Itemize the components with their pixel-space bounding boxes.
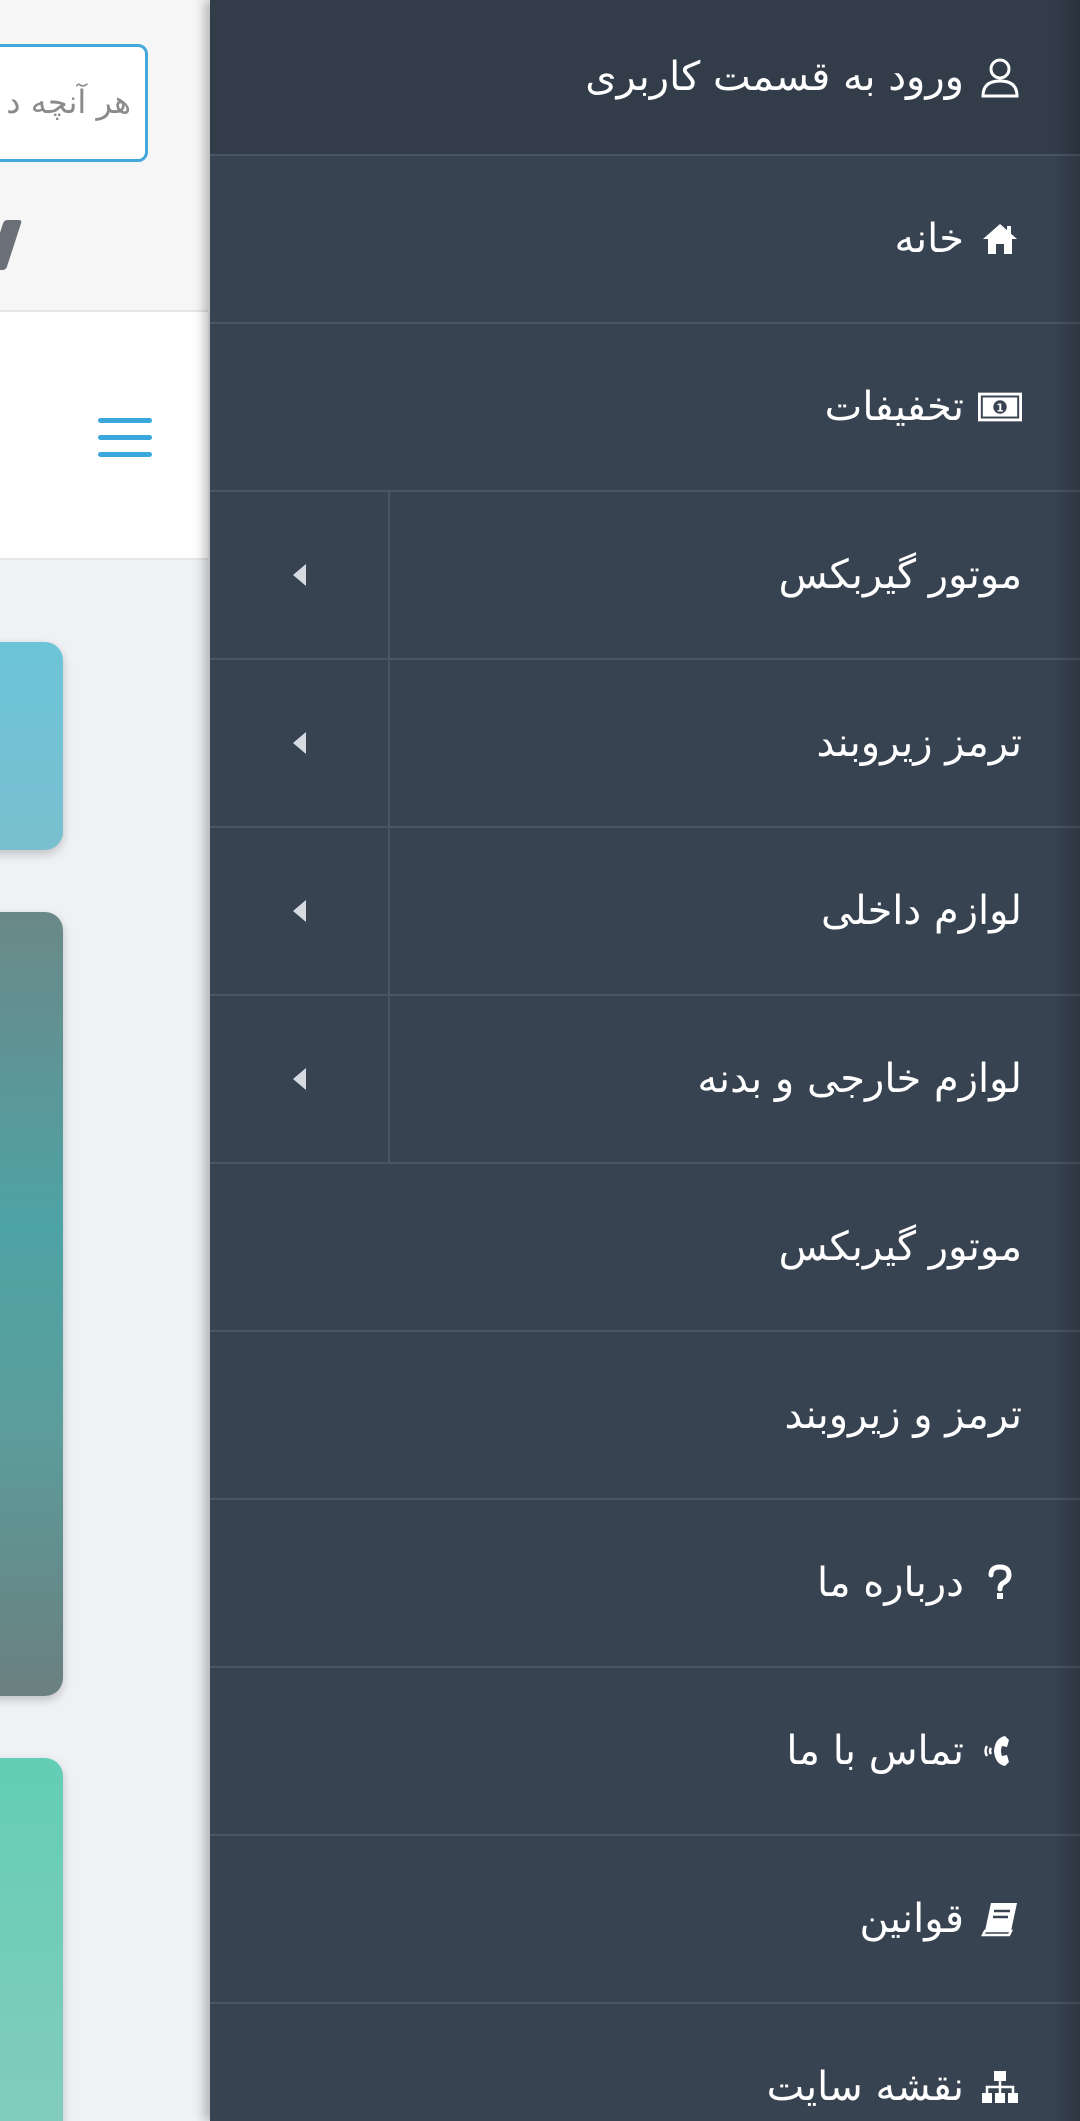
menu-item-3[interactable]: موتور گیربکس (210, 492, 1080, 660)
menu-item-label: موتور گیربکس (778, 1224, 1022, 1270)
menu-item-label: نقشه سایت (766, 2064, 964, 2110)
menu-item-11[interactable]: قوانین (210, 1836, 1080, 2004)
menu-item-label: تماس با ما (786, 1728, 964, 1774)
menu-item-10[interactable]: تماس با ما (210, 1668, 1080, 1836)
menu-item-label: خانه (894, 216, 965, 262)
category-card[interactable] (0, 642, 63, 850)
menu-item-12[interactable]: نقشه سایت (210, 2004, 1080, 2121)
menu-item-5[interactable]: لوازم داخلی (210, 828, 1080, 996)
search-input[interactable]: هر آنچه د (0, 44, 148, 162)
svg-text:1: 1 (996, 402, 1003, 414)
menu-item-label: درباره ما (816, 1560, 964, 1606)
sitemap-icon (978, 2065, 1022, 2109)
caret-left-icon (292, 1068, 306, 1090)
background-page: هر آنچه د (0, 0, 210, 2121)
question-icon (978, 1561, 1022, 1605)
hamburger-menu-icon[interactable] (98, 418, 152, 462)
banner-card[interactable] (0, 1758, 63, 2121)
menu-item-8[interactable]: ترمز و زیروبند (210, 1332, 1080, 1500)
menu-item-label: لوازم خارجی و بدنه (697, 1056, 1022, 1102)
submenu-toggle-button[interactable] (210, 996, 390, 1162)
menu-item-label: ترمز و زیروبند (784, 1392, 1022, 1438)
caret-left-icon (292, 900, 306, 922)
user-icon (978, 55, 1022, 99)
menu-item-label: موتور گیربکس (778, 552, 1022, 598)
menu-item-6[interactable]: لوازم خارجی و بدنه (210, 996, 1080, 1164)
submenu-toggle-button[interactable] (210, 492, 390, 658)
menu-item-1[interactable]: خانه (210, 156, 1080, 324)
menu-item-7[interactable]: موتور گیربکس (210, 1164, 1080, 1332)
menu-item-9[interactable]: درباره ما (210, 1500, 1080, 1668)
menu-item-label: تخفیفات (824, 384, 964, 430)
phone-volume-icon (978, 1729, 1022, 1773)
search-placeholder: هر آنچه د (6, 83, 131, 121)
caret-left-icon (292, 564, 306, 586)
submenu-toggle-button[interactable] (210, 660, 390, 826)
menu-item-4[interactable]: ترمز زیروبند (210, 660, 1080, 828)
navigation-drawer: ورود به قسمت کاربری خانه 1 تخفیفات موتور گی… (210, 0, 1080, 2121)
menu-item-2[interactable]: 1 تخفیفات (210, 324, 1080, 492)
banner-card[interactable] (0, 912, 63, 1696)
menu-list: خانه 1 تخفیفات موتور گیربکس ترمز زیروبند لواز… (210, 156, 1080, 2121)
money-bill-icon: 1 (978, 385, 1022, 429)
submenu-toggle-button[interactable] (210, 828, 390, 994)
home-icon (978, 217, 1022, 261)
caret-left-icon (292, 732, 306, 754)
login-link[interactable]: ورود به قسمت کاربری (210, 0, 1080, 156)
menu-item-label: ترمز زیروبند (816, 720, 1022, 766)
menu-item-label: قوانین (859, 1896, 964, 1942)
menu-item-label: لوازم داخلی (821, 888, 1022, 934)
login-label: ورود به قسمت کاربری (585, 54, 964, 100)
top-nav-bar (0, 310, 208, 560)
book-icon (978, 1897, 1022, 1941)
